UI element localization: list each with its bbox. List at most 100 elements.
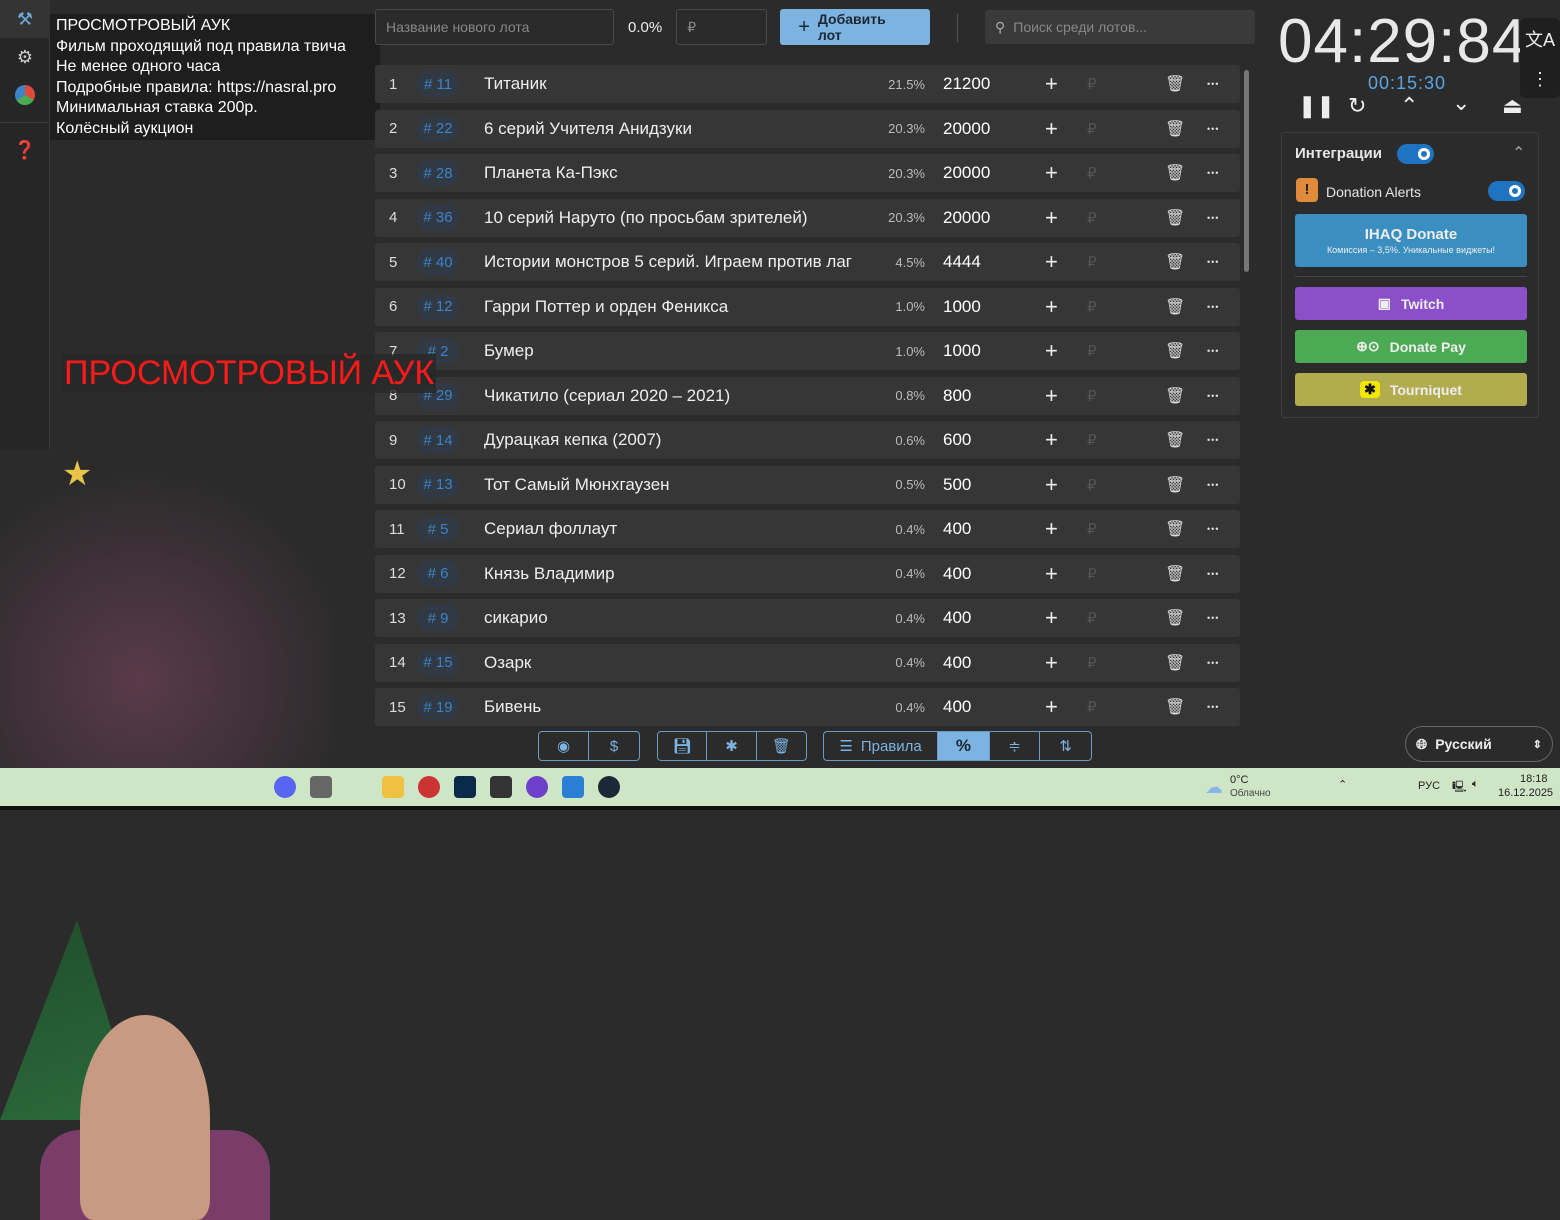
- discord-icon[interactable]: [274, 776, 296, 798]
- lot-name[interactable]: Тот Самый Мюнхгаузен: [484, 475, 862, 495]
- donatepay-button[interactable]: ⊕⊙ Donate Pay: [1295, 330, 1527, 363]
- lot-name[interactable]: Бумер: [484, 341, 862, 361]
- vscode-icon[interactable]: [562, 776, 584, 798]
- plus-icon[interactable]: +: [1045, 338, 1058, 364]
- donation-alerts-toggle[interactable]: [1488, 181, 1525, 201]
- plus-icon[interactable]: +: [1045, 294, 1058, 320]
- more-icon[interactable]: •••: [1207, 257, 1219, 267]
- more-icon[interactable]: •••: [1207, 168, 1219, 178]
- more-icon[interactable]: •••: [1207, 302, 1219, 312]
- trash-icon[interactable]: 🗑︎: [1165, 430, 1185, 450]
- ruble-input-icon[interactable]: ₽: [1087, 253, 1097, 271]
- ruble-input-icon[interactable]: ₽: [1087, 654, 1097, 672]
- lot-amount[interactable]: 4444: [943, 252, 981, 272]
- steam-icon[interactable]: [598, 776, 620, 798]
- trash-icon[interactable]: 🗑︎: [1165, 564, 1185, 584]
- ruble-input-icon[interactable]: ₽: [1087, 209, 1097, 227]
- lot-name[interactable]: Истории монстров 5 серий. Играем против …: [484, 252, 862, 272]
- trash-icon[interactable]: 🗑︎: [1165, 119, 1185, 139]
- lot-amount[interactable]: 400: [943, 519, 971, 539]
- ruble-input-icon[interactable]: ₽: [1087, 609, 1097, 627]
- lot-name[interactable]: Титаник: [484, 74, 862, 94]
- lot-amount[interactable]: 400: [943, 564, 971, 584]
- clear-list-icon[interactable]: 🗑︎: [757, 732, 806, 760]
- plus-icon[interactable]: +: [1045, 561, 1058, 587]
- ruble-input-icon[interactable]: ₽: [1087, 431, 1097, 449]
- gavel-icon[interactable]: ⚒: [0, 0, 50, 38]
- lot-amount[interactable]: 20000: [943, 208, 990, 228]
- ruble-input-icon[interactable]: ₽: [1087, 476, 1097, 494]
- trash-icon[interactable]: 🗑︎: [1165, 163, 1185, 183]
- more-icon[interactable]: •••: [1207, 79, 1219, 89]
- lot-name[interactable]: Чикатило (сериал 2020 – 2021): [484, 386, 862, 406]
- lot-id[interactable]: # 15: [417, 649, 459, 676]
- reset-icon[interactable]: ↻: [1348, 93, 1366, 119]
- input-language[interactable]: РУС: [1418, 780, 1440, 792]
- lot-id[interactable]: # 36: [417, 204, 459, 231]
- more-icon[interactable]: •••: [1207, 480, 1219, 490]
- plus-icon[interactable]: +: [1045, 516, 1058, 542]
- more-icon[interactable]: •••: [1207, 569, 1219, 579]
- ruble-input-icon[interactable]: ₽: [1087, 75, 1097, 93]
- lot-id[interactable]: # 9: [417, 605, 459, 631]
- language-select[interactable]: 🌐︎ Русский ⇕: [1405, 726, 1553, 762]
- calculator-icon[interactable]: [310, 776, 332, 798]
- lot-id[interactable]: # 6: [417, 560, 459, 587]
- ruble-input-icon[interactable]: ₽: [1087, 698, 1097, 716]
- trash-icon[interactable]: 🗑︎: [1165, 297, 1185, 317]
- more-icon[interactable]: •••: [1207, 346, 1219, 356]
- more-icon[interactable]: •••: [1207, 613, 1219, 623]
- pie-chart-icon[interactable]: [0, 76, 50, 114]
- ruble-input-icon[interactable]: ₽: [1087, 387, 1097, 405]
- integrations-toggle[interactable]: [1397, 144, 1434, 164]
- help-icon[interactable]: ❓: [0, 131, 50, 169]
- plus-icon[interactable]: +: [1045, 694, 1058, 720]
- add-lot-button[interactable]: + Добавить лот: [780, 9, 931, 45]
- folder-icon[interactable]: [382, 776, 404, 798]
- lot-name[interactable]: Бивень: [484, 697, 862, 717]
- more-icon[interactable]: •••: [1207, 524, 1219, 534]
- lot-name[interactable]: Князь Владимир: [484, 564, 862, 584]
- trash-icon[interactable]: 🗑︎: [1165, 208, 1185, 228]
- github-desktop-icon[interactable]: [526, 776, 548, 798]
- plus-icon[interactable]: +: [1045, 71, 1058, 97]
- plus-icon[interactable]: +: [1045, 205, 1058, 231]
- eject-icon[interactable]: ⏏: [1502, 93, 1523, 119]
- percent-toggle[interactable]: %: [938, 732, 990, 760]
- lot-name[interactable]: Планета Ка-Пэкс: [484, 163, 862, 183]
- ruble-input-icon[interactable]: ₽: [1087, 164, 1097, 182]
- github-icon[interactable]: ◉: [539, 732, 590, 760]
- compact-icon[interactable]: ≑: [990, 732, 1041, 760]
- photoshop-icon[interactable]: [454, 776, 476, 798]
- lot-name[interactable]: 10 серий Наруто (по просьбам зрителей): [484, 208, 862, 228]
- network-icon[interactable]: 🖳︎: [1452, 778, 1467, 797]
- lot-amount[interactable]: 20000: [943, 119, 990, 139]
- more-icon[interactable]: •••: [1207, 435, 1219, 445]
- sort-icon[interactable]: ⇅: [1040, 732, 1091, 760]
- ihaq-donate-button[interactable]: IHAQ Donate Комиссия – 3,5%. Уникальные …: [1295, 214, 1527, 267]
- pause-icon[interactable]: ❚❚: [1298, 93, 1335, 119]
- lot-name[interactable]: 6 серий Учителя Анидзуки: [484, 119, 862, 139]
- lot-amount[interactable]: 400: [943, 697, 971, 717]
- plus-icon[interactable]: +: [1045, 472, 1058, 498]
- lot-id[interactable]: # 22: [417, 115, 459, 142]
- trash-icon[interactable]: 🗑︎: [1165, 653, 1185, 673]
- lot-amount[interactable]: 1000: [943, 341, 981, 361]
- volume-icon[interactable]: 🔈︎: [1472, 778, 1479, 791]
- lot-id[interactable]: # 14: [417, 427, 459, 453]
- lot-id[interactable]: # 19: [417, 694, 459, 720]
- lot-name[interactable]: сикарио: [484, 608, 862, 628]
- lot-name[interactable]: Дурацкая кепка (2007): [484, 430, 862, 450]
- gear-icon[interactable]: ⚙: [0, 38, 50, 76]
- lot-amount[interactable]: 600: [943, 430, 971, 450]
- trash-icon[interactable]: 🗑︎: [1165, 74, 1185, 94]
- trash-icon[interactable]: 🗑︎: [1165, 519, 1185, 539]
- ruble-input-icon[interactable]: ₽: [1087, 342, 1097, 360]
- lot-amount[interactable]: 20000: [943, 163, 990, 183]
- ruble-input-icon[interactable]: ₽: [1087, 520, 1097, 538]
- ruble-input-icon[interactable]: ₽: [1087, 298, 1097, 316]
- lot-id[interactable]: # 11: [417, 71, 459, 97]
- ruble-input-icon[interactable]: ₽: [1087, 120, 1097, 138]
- plus-icon[interactable]: +: [1045, 116, 1058, 142]
- more-icon[interactable]: •••: [1207, 702, 1219, 712]
